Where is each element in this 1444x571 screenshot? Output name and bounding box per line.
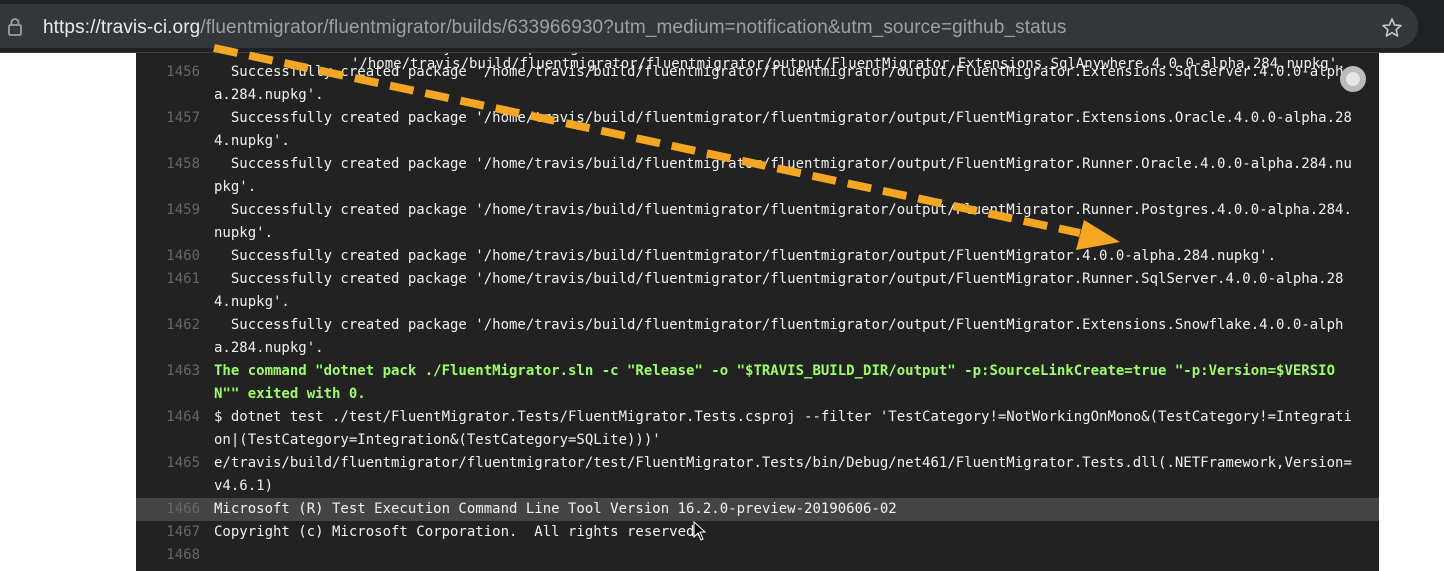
log-line-number[interactable]: 1466 xyxy=(136,498,200,521)
log-line-text: Successfully created package '/home/trav… xyxy=(214,156,1352,195)
log-line-text: Successfully created package '/home/trav… xyxy=(214,271,1344,310)
url-host: https://travis-ci.org xyxy=(43,17,201,38)
url-field[interactable]: https://travis-ci.org/fluentmigrator/flu… xyxy=(0,4,1418,48)
build-log: Successfully created package '/home/trav… xyxy=(136,53,1379,571)
log-line-text: Successfully created package '/home/trav… xyxy=(214,64,1344,103)
log-line: 1465 e/travis/build/fluentmigrator/fluent… xyxy=(136,452,1379,498)
log-line: 1462 Successfully created package '/home… xyxy=(136,314,1379,360)
log-line: 1466 Microsoft (R) Test Execution Command… xyxy=(136,498,1379,521)
log-line: 1463 The command "dotnet pack ./FluentMig… xyxy=(136,360,1379,406)
log-line-text: The command "dotnet pack ./FluentMigrato… xyxy=(214,363,1336,402)
log-line-number[interactable]: 1459 xyxy=(136,199,200,222)
log-line-number[interactable]: 1465 xyxy=(136,452,200,475)
log-line: 1460 Successfully created package '/home… xyxy=(136,245,1379,268)
log-line-text: Successfully created package '/home/trav… xyxy=(214,202,1352,241)
log-line-text: Successfully created package '/home/trav… xyxy=(214,110,1352,149)
log-line-number[interactable]: 1458 xyxy=(136,153,200,176)
mouse-cursor-icon xyxy=(693,521,707,541)
log-line: 1461 Successfully created package '/home… xyxy=(136,268,1379,314)
bookmark-star-icon[interactable] xyxy=(1380,16,1404,40)
log-line-text: Copyright (c) Microsoft Corporation. All… xyxy=(214,524,703,540)
log-lines: 1456 Successfully created package '/home… xyxy=(136,61,1379,563)
log-line-number[interactable]: 1461 xyxy=(136,268,200,291)
log-line-number[interactable]: 1462 xyxy=(136,314,200,337)
log-line-number[interactable]: 1464 xyxy=(136,406,200,429)
url-text[interactable]: https://travis-ci.org/fluentmigrator/flu… xyxy=(43,17,1066,39)
log-line-number[interactable]: 1456 xyxy=(136,61,200,84)
log-line-text: Successfully created package '/home/trav… xyxy=(214,248,1277,264)
log-line-number[interactable]: 1463 xyxy=(136,360,200,383)
url-path: /fluentmigrator/fluentmigrator/builds/63… xyxy=(200,17,1067,38)
log-line-number[interactable]: 1460 xyxy=(136,245,200,268)
log-line-text: $ dotnet test ./test/FluentMigrator.Test… xyxy=(214,409,1352,448)
log-line: 1456 Successfully created package '/home… xyxy=(136,61,1379,107)
log-line: 1467 Copyright (c) Microsoft Corporation.… xyxy=(136,521,1379,544)
follow-log-button[interactable] xyxy=(1340,66,1366,92)
lock-icon xyxy=(8,18,22,36)
log-line: 1464 $ dotnet test ./test/FluentMigrator.… xyxy=(136,406,1379,452)
log-line: 1457 Successfully created package '/home… xyxy=(136,107,1379,153)
log-line-number[interactable]: 1457 xyxy=(136,107,200,130)
log-line: 1458 Successfully created package '/home… xyxy=(136,153,1379,199)
log-line-number[interactable]: 1467 xyxy=(136,521,200,544)
log-line: 1459 Successfully created package '/home… xyxy=(136,199,1379,245)
log-line-text: Successfully created package '/home/trav… xyxy=(214,317,1344,356)
browser-address-bar: https://travis-ci.org/fluentmigrator/flu… xyxy=(0,0,1444,52)
log-line-text: Microsoft (R) Test Execution Command Lin… xyxy=(214,501,897,517)
log-line-number[interactable]: 1468 xyxy=(136,544,200,567)
log-line-text: e/travis/build/fluentmigrator/fluentmigr… xyxy=(214,455,1352,494)
